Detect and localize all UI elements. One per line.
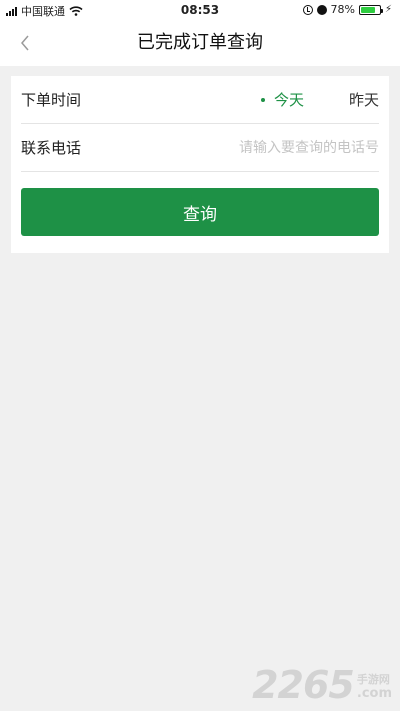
watermark-number: 2265 [252,663,355,707]
charging-icon: ⚡ [384,4,392,15]
date-option-yesterday[interactable]: 昨天 [349,76,379,124]
page-title: 已完成订单查询 [137,32,263,53]
query-card: 下单时间 今天 昨天 联系电话 查询 [11,76,389,253]
order-date-label: 下单时间 [21,91,82,109]
back-button[interactable] [10,28,40,58]
nav-bar: 已完成订单查询 [0,20,400,66]
phone-label: 联系电话 [21,139,82,157]
battery-fill [360,6,375,13]
battery-icon [358,4,383,15]
watermark-logo: 2265 手游网 .com [252,663,392,707]
battery-percent: 78% [330,3,355,16]
query-button[interactable]: 查询 [21,188,379,236]
alarm-icon [316,4,327,15]
watermark-text: 手游网 [356,673,390,686]
date-option-today[interactable]: 今天 [261,76,304,124]
order-date-row: 下单时间 今天 昨天 [21,76,379,124]
status-right: 78% ⚡ [302,3,392,16]
selected-dot-icon [261,98,265,102]
watermark-side: 手游网 .com [357,673,392,701]
watermark-suffix: .com [356,686,392,701]
rotation-lock-icon [302,4,313,15]
phone-row: 联系电话 [21,124,379,172]
chevron-left-icon [21,35,29,51]
phone-input[interactable] [209,136,379,160]
date-option-today-label: 今天 [274,91,305,109]
status-bar: 中国联通 08:53 78% ⚡ [0,0,400,20]
